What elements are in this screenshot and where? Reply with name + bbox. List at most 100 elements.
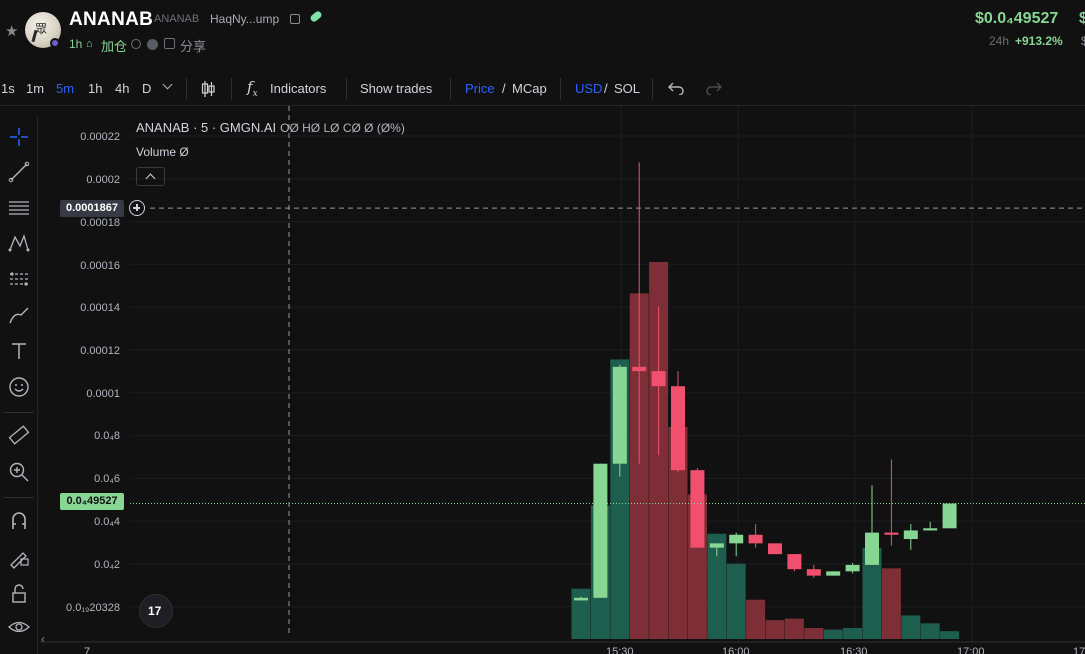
- join-link[interactable]: 加仓: [101, 36, 127, 55]
- token-name: ANANAB: [69, 9, 154, 30]
- redo-icon[interactable]: [705, 81, 723, 95]
- volume-bar: [804, 628, 824, 639]
- house-icon: ⌂: [86, 38, 93, 50]
- candle-body: [806, 569, 821, 576]
- candle-body: [845, 564, 860, 572]
- candle-body: [593, 463, 608, 598]
- brush-icon[interactable]: [6, 302, 32, 328]
- y-tick: 0.00014: [80, 302, 120, 314]
- y-tick: 0.00012: [80, 345, 120, 357]
- candle-body: [651, 371, 666, 387]
- y-tick: 0.00016: [80, 260, 120, 272]
- copy-icon[interactable]: [290, 14, 300, 24]
- interval-5m[interactable]: 5m: [56, 81, 74, 96]
- candle-body: [729, 534, 744, 544]
- lock-icon[interactable]: [6, 581, 32, 607]
- magnet-icon[interactable]: [6, 508, 32, 534]
- interval-4h[interactable]: 4h: [115, 81, 129, 96]
- volume-bar: [920, 623, 940, 639]
- volume-bar: [901, 615, 921, 639]
- pump-pill-icon: [309, 9, 323, 24]
- y-tick: 0.0001: [86, 388, 120, 400]
- trendline-icon[interactable]: [6, 159, 32, 185]
- crosshair-icon[interactable]: [6, 124, 32, 150]
- search-icon[interactable]: [131, 39, 141, 49]
- token-header: ★ 眾 ANANAB ANANAB HaqNy...ump 1h ⌂ 加仓 分享…: [0, 0, 1085, 70]
- token-age: 1h: [69, 37, 83, 51]
- change-edge-cut: $: [1081, 34, 1085, 48]
- ruler-icon[interactable]: [6, 422, 32, 448]
- legend-ohlc: OØ HØ LØ CØ Ø (Ø%): [280, 121, 405, 135]
- change-24h-value: +913.2%: [1015, 34, 1063, 48]
- candle-body: [768, 543, 782, 555]
- undo-icon[interactable]: [667, 81, 685, 95]
- y-tick: 0.00022: [80, 131, 120, 143]
- info-circle-icon[interactable]: [147, 39, 158, 50]
- y-tick: 0.0002: [86, 174, 120, 186]
- volume-bar: [746, 599, 766, 639]
- volume-bar: [940, 631, 960, 639]
- x-tick: 16:30: [840, 646, 868, 654]
- prediction-icon[interactable]: [6, 266, 32, 292]
- emoji-icon[interactable]: [6, 374, 32, 400]
- zoom-in-icon[interactable]: [6, 459, 32, 485]
- eye-icon[interactable]: [6, 614, 32, 640]
- interval-1h[interactable]: 1h: [88, 81, 102, 96]
- favorite-star-icon[interactable]: ★: [5, 22, 18, 40]
- interval-1s[interactable]: 1s: [1, 81, 15, 96]
- text-icon[interactable]: [6, 338, 32, 364]
- candle-body: [884, 532, 899, 535]
- price-toggle[interactable]: Price: [465, 81, 495, 96]
- mcap-toggle[interactable]: MCap: [512, 81, 547, 96]
- show-trades-button[interactable]: Show trades: [360, 81, 432, 96]
- candle-body: [923, 528, 938, 531]
- volume-bar: [571, 588, 591, 639]
- indicators-button[interactable]: Indicators: [270, 81, 326, 96]
- candle-body: [865, 532, 879, 565]
- candle-body: [903, 530, 918, 540]
- fx-icon[interactable]: fx: [247, 78, 258, 99]
- y-tick: 0.0₄6: [94, 473, 120, 485]
- current-price: $0.0₄49527: [975, 10, 1059, 27]
- share-icon[interactable]: [164, 38, 175, 49]
- interval-1m[interactable]: 1m: [26, 81, 44, 96]
- tradingview-logo[interactable]: 17: [139, 594, 173, 628]
- legend-symbol: ANANAB · 5 · GMGN.AI: [136, 120, 277, 135]
- price-chart[interactable]: [40, 106, 1085, 654]
- lock-drawing-icon[interactable]: [6, 544, 32, 570]
- pattern-icon[interactable]: [6, 230, 32, 256]
- sol-toggle[interactable]: SOL: [614, 81, 640, 96]
- fib-icon[interactable]: [6, 195, 32, 221]
- x-tick: 17:00: [957, 646, 985, 654]
- candle-style-icon[interactable]: [201, 80, 215, 98]
- volume-bar: [765, 620, 785, 639]
- crosshair-price-label: 0.0001867: [60, 200, 124, 217]
- candle-body: [787, 554, 802, 570]
- y-tick: 0.0₄2: [94, 559, 120, 571]
- share-link[interactable]: 分享: [180, 36, 206, 55]
- chart-legend: ANANAB · 5 · GMGN.AI OØ HØ LØ CØ Ø (Ø%): [136, 120, 405, 135]
- contract-address[interactable]: HaqNy...ump: [210, 12, 279, 26]
- candle-body: [826, 571, 841, 576]
- volume-bar: [843, 628, 863, 639]
- collapse-legend-button[interactable]: [136, 167, 165, 186]
- add-alert-icon[interactable]: [129, 200, 145, 216]
- x-tick: 17: [1073, 646, 1085, 654]
- volume-bar: [726, 563, 746, 639]
- interval-d[interactable]: D: [142, 81, 151, 96]
- volume-bar: [823, 629, 843, 639]
- price-edge-cut: $: [1079, 10, 1085, 27]
- x-tick: 15:30: [606, 646, 634, 654]
- volume-bar: [784, 618, 804, 639]
- volume-legend: Volume Ø: [136, 145, 189, 159]
- candle-body: [690, 470, 705, 548]
- volume-bar: [881, 568, 901, 639]
- y-tick: 0.0₄8: [94, 430, 120, 442]
- change-period-label: 24h: [989, 34, 1010, 48]
- candle-body: [709, 543, 724, 548]
- platform-badge-icon: [50, 38, 60, 48]
- token-symbol: ANANAB: [154, 13, 200, 25]
- usd-sol-separator: /: [604, 81, 608, 96]
- candle-body: [748, 534, 763, 544]
- usd-toggle[interactable]: USD: [575, 81, 602, 96]
